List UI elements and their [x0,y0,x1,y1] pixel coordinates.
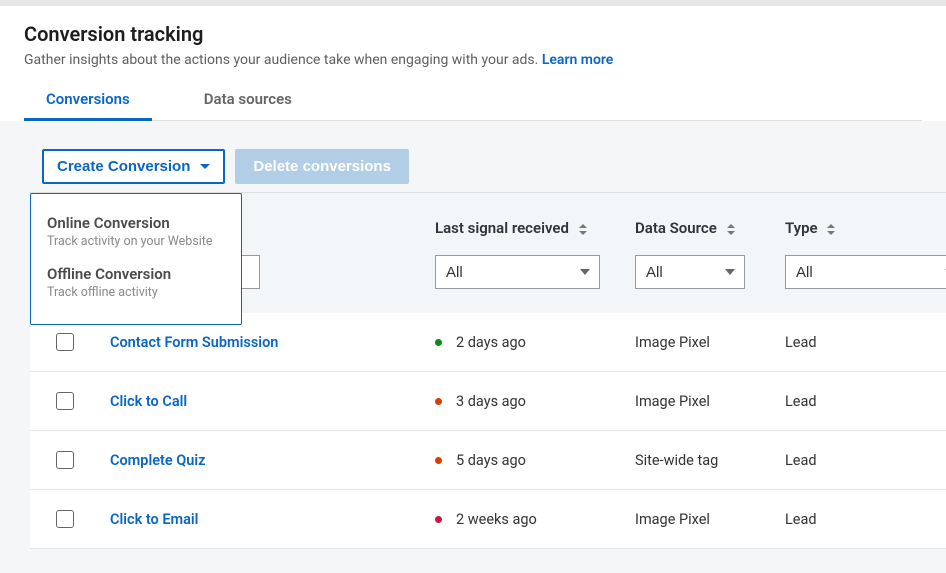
data-source-text: Image Pixel [635,334,710,351]
filter-type-select-wrap [785,255,946,289]
learn-more-link[interactable]: Learn more [542,52,613,68]
create-conversion-label: Create Conversion [57,158,190,175]
page-header: Conversion tracking Gather insights abou… [0,6,946,121]
page-subtitle: Gather insights about the actions your a… [24,52,922,68]
delete-conversions-button[interactable]: Delete conversions [235,149,409,184]
table-row: Click to Email 2 weeks ago Image Pixel Lead [30,490,946,549]
dropdown-item-title: Online Conversion [47,214,225,232]
signal-cell: 3 days ago [435,393,615,410]
create-conversion-dropdown: Online Conversion Track activity on your… [30,193,242,325]
table-body: Contact Form Submission 2 days ago Image P… [30,313,946,549]
row-checkbox[interactable] [56,333,74,351]
page-subtitle-text: Gather insights about the actions your a… [24,52,538,68]
action-row: Create Conversion Delete conversions Onl… [30,121,946,184]
page-title: Conversion tracking [24,22,922,46]
filter-source-select-wrap [635,255,745,289]
filter-signal-select-wrap [435,255,600,289]
type-text: Lead [785,334,817,351]
type-text: Lead [785,511,817,528]
signal-text: 2 weeks ago [456,511,537,528]
dropdown-item-sub: Track offline activity [47,285,225,300]
col-header-signal-label: Last signal received [435,219,569,237]
signal-cell: 2 days ago [435,334,615,351]
dropdown-item-title: Offline Conversion [47,265,225,283]
dropdown-online-conversion[interactable]: Online Conversion Track activity on your… [31,208,241,259]
row-checkbox[interactable] [56,510,74,528]
filter-type-select[interactable] [785,255,946,289]
col-header-signal[interactable]: Last signal received [425,193,625,255]
dropdown-offline-conversion[interactable]: Offline Conversion Track offline activit… [31,259,241,310]
tab-data-sources[interactable]: Data sources [182,90,314,120]
col-header-data-source-label: Data Source [635,219,717,237]
dropdown-item-sub: Track activity on your Website [47,234,225,249]
conversion-name-link[interactable]: Click to Call [110,393,187,410]
signal-text: 3 days ago [456,393,526,410]
data-source-text: Site-wide tag [635,452,718,469]
table-row: Complete Quiz 5 days ago Site-wide tag Lead [30,431,946,490]
status-dot-icon [435,457,442,464]
sort-icon [727,224,735,235]
status-dot-icon [435,516,442,523]
conversion-name-link[interactable]: Complete Quiz [110,452,205,469]
status-dot-icon [435,339,442,346]
col-header-type[interactable]: Type [775,193,946,255]
row-checkbox[interactable] [56,451,74,469]
col-header-type-label: Type [785,219,818,237]
data-source-text: Image Pixel [635,393,710,410]
filter-signal-select[interactable] [435,255,600,289]
type-text: Lead [785,393,817,410]
type-text: Lead [785,452,817,469]
create-conversion-button[interactable]: Create Conversion [42,149,225,184]
chevron-down-icon [200,164,210,169]
signal-text: 5 days ago [456,452,526,469]
data-source-text: Image Pixel [635,511,710,528]
conversion-name-link[interactable]: Contact Form Submission [110,334,278,351]
row-checkbox[interactable] [56,392,74,410]
signal-cell: 2 weeks ago [435,511,615,528]
signal-cell: 5 days ago [435,452,615,469]
conversion-name-link[interactable]: Click to Email [110,511,198,528]
sort-icon [579,224,587,235]
filter-source-select[interactable] [635,255,745,289]
table-row: Click to Call 3 days ago Image Pixel Lead [30,372,946,431]
content: Create Conversion Delete conversions Onl… [0,121,946,549]
signal-text: 2 days ago [456,334,526,351]
col-header-data-source[interactable]: Data Source [625,193,775,255]
tab-conversions[interactable]: Conversions [24,90,152,120]
status-dot-icon [435,398,442,405]
sort-icon [827,224,835,235]
tabs: Conversions Data sources [24,90,922,121]
